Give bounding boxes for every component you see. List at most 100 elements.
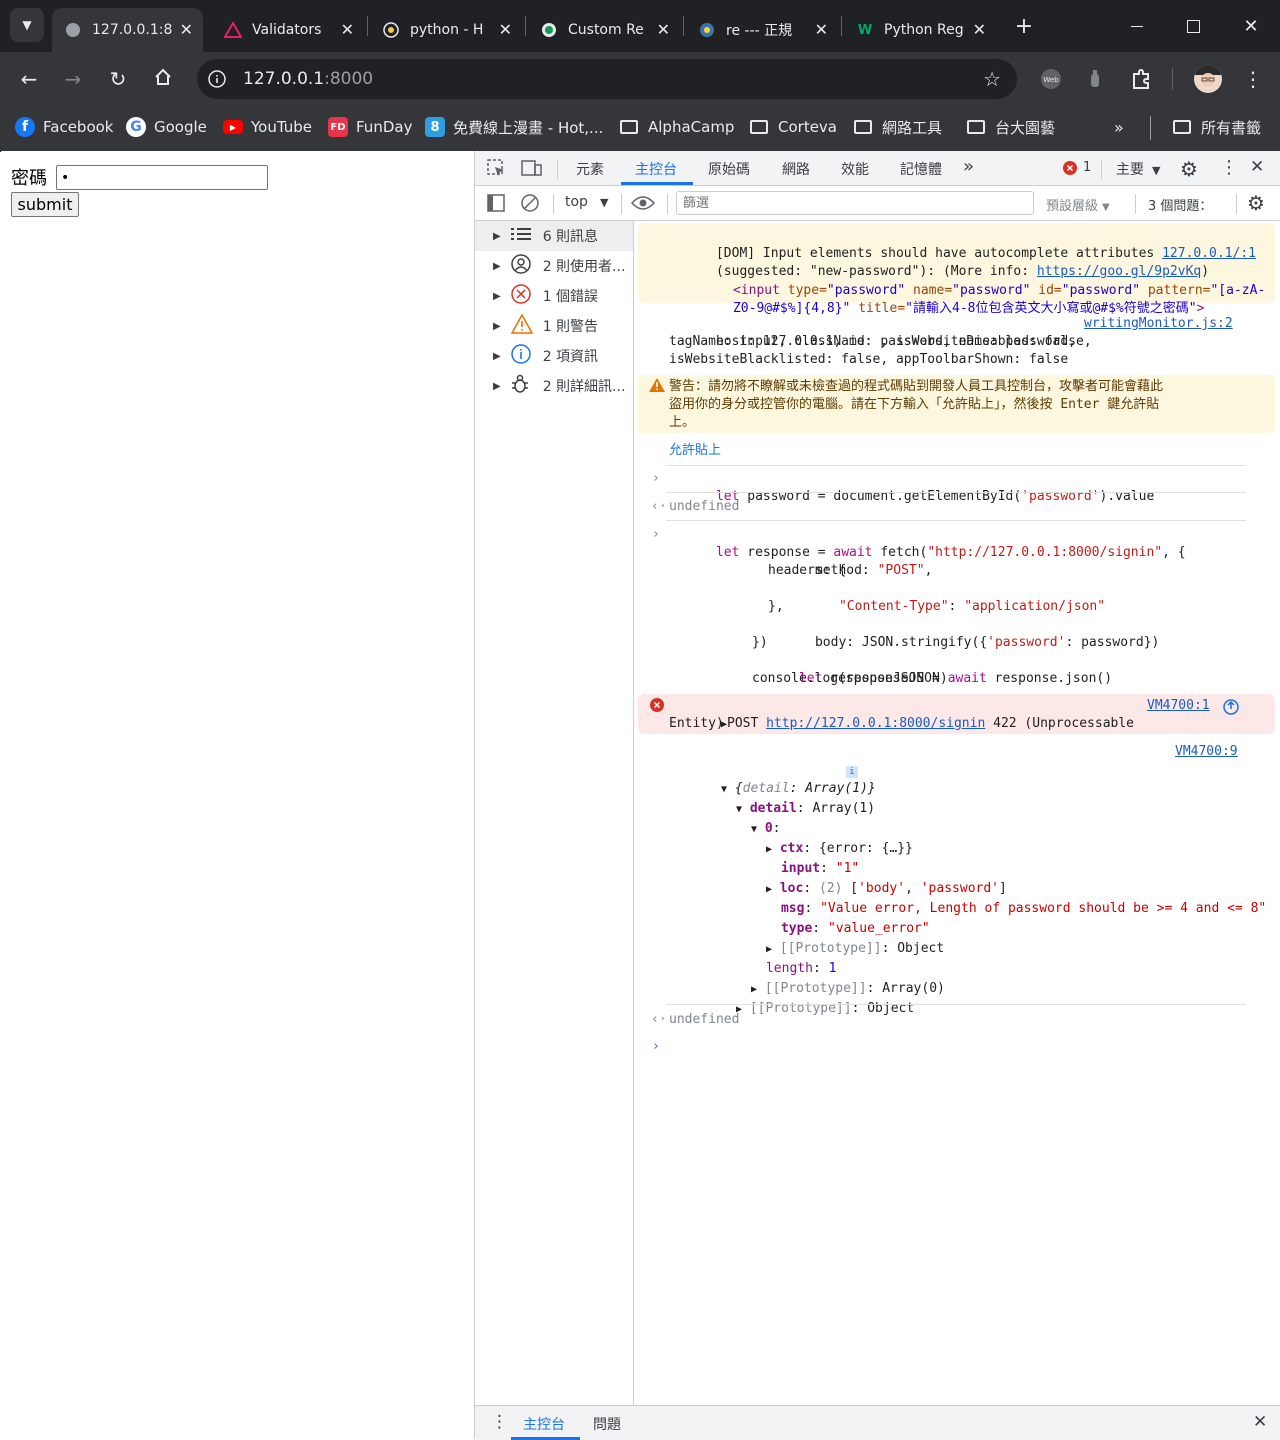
request-url-link[interactable]: http://127.0.0.1:8000/signin [766,716,985,731]
bookmark-folder-tools[interactable]: 網路工具 [854,116,942,138]
bookmark-label: AlphaCamp [648,118,735,136]
tab-memory[interactable]: 記憶體 [900,159,942,179]
sidebar-item-messages[interactable]: ▶ 6 則訊息 [475,221,633,251]
tab-elements[interactable]: 元素 [576,159,604,179]
sidebar-item-warnings[interactable]: ▶ 1 則警告 [475,311,633,341]
live-expression-eye-icon[interactable] [630,195,656,215]
sidebar-item-info[interactable]: ▶ 2 項資訊 [475,341,633,371]
settings-gear-icon[interactable]: ⚙ [1180,157,1198,181]
close-tab-icon[interactable]: ✕ [815,20,828,39]
log-text: tagName: input, className: , isWebsiteDi… [669,334,1092,349]
console-filter-input[interactable] [676,191,1034,215]
network-request-icon[interactable] [1223,699,1239,719]
bookmark-facebook[interactable]: f Facebook [15,116,113,138]
extensions-puzzle-icon[interactable] [1126,64,1156,94]
log-levels-dropdown[interactable]: 預設層級 ▼ [1046,195,1110,214]
drawer-tab-console[interactable]: 主控台 [523,1414,565,1434]
error-count-badge[interactable]: 1 [1063,160,1091,175]
browser-tab-active[interactable]: 127.0.0.1:8 ✕ [52,8,203,52]
code: : password}) [1065,635,1160,650]
drawer-menu-icon[interactable]: ⋮ [491,1412,508,1432]
error-text[interactable]: ▶POST http://127.0.0.1:8000/signin 422 (… [674,697,1134,752]
source-link[interactable]: VM4700:1 [1147,697,1210,715]
devtools-tab-bar: 元素 主控台 原始碼 網路 效能 記憶體 » 1 主要 ▼ ⚙ ⋮ ✕ [475,151,1280,186]
context-selector-main[interactable]: 主要 ▼ [1116,159,1160,179]
log-levels-label: 預設層級 [1046,199,1099,214]
code: , [924,563,933,578]
devtools-more-icon[interactable]: ⋮ [1220,157,1238,178]
browser-tab[interactable]: Custom Re ✕ [528,8,680,52]
tab-sources[interactable]: 原始碼 [708,159,750,179]
drawer-tab-issues[interactable]: 問題 [593,1414,621,1434]
browser-tab[interactable]: re --- 正規 ✕ [686,8,838,52]
forward-button[interactable]: → [58,64,88,94]
info-badge-icon[interactable]: i [846,766,858,778]
bookmark-google[interactable]: G Google [126,116,207,138]
back-button[interactable]: ← [14,64,44,94]
close-devtools-icon[interactable]: ✕ [1250,157,1264,177]
bookmark-funday[interactable]: FD FunDay [328,116,412,138]
submit-button[interactable]: submit [11,192,79,217]
bookmark-folder-ntu[interactable]: 台大園藝 [967,116,1055,138]
console-result: undefined [669,499,740,514]
tab-performance[interactable]: 效能 [841,159,869,179]
property-value: : Array(1) [796,801,876,816]
sidebar-item-verbose[interactable]: ▶ 2 則詳細訊... [475,371,633,401]
console-sidebar: ▶ 6 則訊息 ▶ 2 則使用者... ▶ 1 個錯誤 ▶ 1 則警告 ▶ 2 … [475,221,634,1405]
tab-console[interactable]: 主控台 [635,159,677,179]
browser-tab[interactable]: W Python Reg ✕ [844,8,996,52]
browser-tab[interactable]: Validators ✕ [212,8,364,52]
console-prompt-icon[interactable]: › [652,1038,660,1056]
clear-console-icon[interactable] [521,194,539,216]
new-tab-button[interactable]: + [1010,12,1038,40]
reload-button[interactable]: ↻ [103,64,133,94]
close-icon: ✕ [1243,15,1259,37]
context-selector[interactable]: top ▼ [565,194,608,210]
tab-search-button[interactable]: ▼ [10,8,44,42]
minimize-button[interactable] [1120,12,1154,40]
more-menu-icon[interactable]: ⋮ [1238,64,1268,94]
home-button[interactable] [148,64,178,94]
bookmark-manga[interactable]: 8 免費線上漫畫 - Hot,... [425,116,603,138]
maximize-icon [1186,19,1200,33]
close-tab-icon[interactable]: ✕ [657,20,670,39]
close-drawer-icon[interactable]: ✕ [1253,1412,1267,1432]
source-link[interactable]: VM4700:9 [1175,743,1238,761]
user-icon [510,254,533,278]
bookmarks-overflow-icon[interactable]: » [1114,116,1124,138]
address-bar[interactable]: 127.0.0.1:8000 ☆ [197,59,1017,99]
extension-web-icon[interactable]: Web [1036,64,1066,94]
extension-bottle-icon[interactable] [1080,64,1110,94]
sidebar-toggle-icon[interactable] [487,194,505,216]
sidebar-item-errors[interactable]: ▶ 1 個錯誤 [475,281,633,311]
tab-network[interactable]: 網路 [782,159,810,179]
browser-tab[interactable]: python - H ✕ [370,8,522,52]
bookmark-star-icon[interactable]: ☆ [983,67,1001,91]
expand-arrow-icon: ▶ [493,230,501,242]
source-link[interactable]: writingMonitor.js:2 [1084,315,1233,333]
close-tab-icon[interactable]: ✕ [180,20,193,39]
console-settings-gear-icon[interactable]: ⚙ [1247,191,1265,215]
log-text: isWebsiteBlacklisted: false, appToolbarS… [669,352,1069,367]
close-tab-icon[interactable]: ✕ [499,20,512,39]
password-input[interactable] [56,165,268,190]
close-tab-icon[interactable]: ✕ [341,20,354,39]
console-input: headers: { [768,563,847,578]
site-info-icon[interactable] [207,69,227,89]
sidebar-item-user-messages[interactable]: ▶ 2 則使用者... [475,251,633,281]
bookmark-folder-corteva[interactable]: Corteva [750,116,837,138]
issues-counter[interactable]: 3 個問題： [1148,195,1212,214]
profile-avatar[interactable] [1194,65,1222,93]
more-tabs-icon[interactable]: » [963,156,974,177]
close-tab-icon[interactable]: ✕ [973,20,986,39]
console-input: let password = document.getElementById('… [669,470,1154,524]
device-toolbar-icon[interactable] [521,159,543,181]
bookmark-folder-alphacamp[interactable]: AlphaCamp [620,116,734,138]
maximize-button[interactable] [1176,12,1210,40]
expand-arrow-icon: ▶ [493,380,501,392]
bookmark-youtube[interactable]: ▶ YouTube [223,116,312,138]
inspect-element-icon[interactable] [487,159,505,181]
reload-icon: ↻ [109,67,127,91]
all-bookmarks-folder[interactable]: 所有書籤 [1173,116,1261,138]
close-window-button[interactable]: ✕ [1234,12,1268,40]
